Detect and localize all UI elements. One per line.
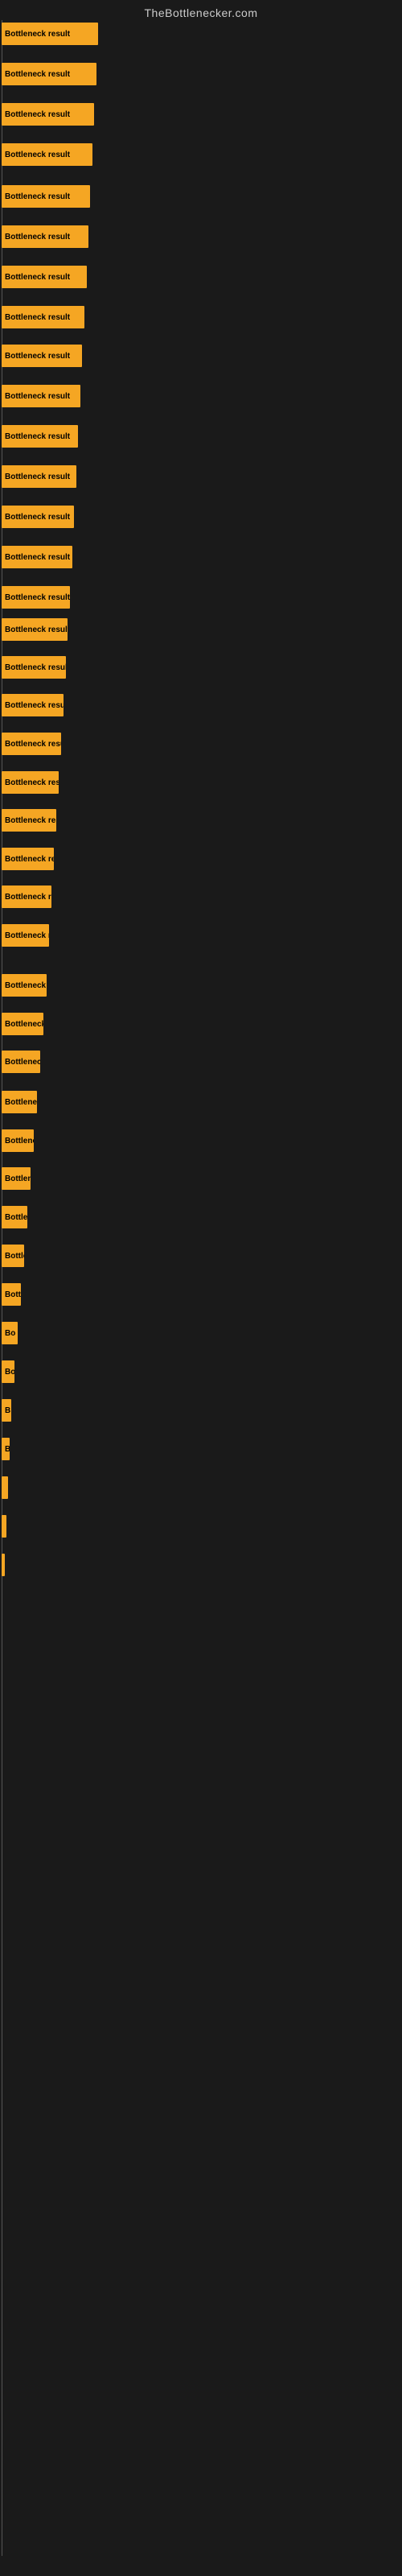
bar-label: Bottleneck result — [5, 816, 56, 825]
bar-label: Bottleneck result — [5, 313, 70, 322]
bar-label: Bottleneck — [5, 1213, 27, 1222]
bar-label: Bottleneck result — [5, 233, 70, 242]
bar-item: Bottleneck result — [2, 345, 82, 367]
bar-label: Bo — [5, 1329, 15, 1338]
bar-item: B — [2, 1399, 11, 1422]
bar-item: Bottleneck result — [2, 63, 96, 85]
bar-label: Bottleneck result — [5, 701, 64, 710]
bar-item: Bottleneck result — [2, 694, 64, 716]
bar-item: Bottleneck result — [2, 225, 88, 248]
bar-item: Bottleneck result — [2, 465, 76, 488]
bar-label: Bottleneck result — [5, 110, 70, 119]
bar-item: Bottleneck result — [2, 1129, 34, 1152]
bar-item: Bottleneck result — [2, 385, 80, 407]
bar-item — [2, 1554, 5, 1576]
bar-label: Bottleneck result — [5, 778, 59, 787]
bar-item: Bottleneck result — [2, 23, 98, 45]
bar-label: Bottleneck result — [5, 70, 70, 79]
bar-item: Bottleneck result — [2, 924, 49, 947]
bar-label: Bottleneck result — [5, 663, 66, 672]
bar-label: Bottleneck result — [5, 1098, 37, 1107]
bar-item: Bottleneck result — [2, 425, 78, 448]
bar-item: Bottleneck result — [2, 974, 47, 997]
bar-item: Bottleneck result — [2, 586, 70, 609]
bar-label: Bottleneck result — [5, 893, 51, 902]
bar-item: Bottleneck result — [2, 306, 84, 328]
bar-item: Bottleneck result — [2, 266, 87, 288]
bar-item: Bo — [2, 1322, 18, 1344]
bar-item: Bottleneck result — [2, 733, 61, 755]
bar-label: Bottleneck result — [5, 151, 70, 159]
bar-item: Bottleneck result — [2, 656, 66, 679]
bar-item: Bottleneck result — [2, 1091, 37, 1113]
bar-label: Bottleneck result — [5, 513, 70, 522]
bar-label: Bottleneck — [5, 1252, 24, 1261]
bar-label: Bottleneck result — [5, 30, 70, 39]
bar-label: Bottleneck — [5, 1290, 21, 1299]
bar-item: Bottleneck result — [2, 103, 94, 126]
bar-item — [2, 1476, 8, 1499]
bar-label: Bottleneck result — [5, 473, 70, 481]
bar-label: Bottleneck result — [5, 432, 70, 441]
bar-item: Bottleneck result — [2, 1051, 40, 1073]
bar-label: Bottleneck result — [5, 392, 70, 401]
bar-item: Bottleneck — [2, 1245, 24, 1267]
bar-item — [2, 1515, 6, 1538]
bar-label: B — [5, 1406, 10, 1415]
bar-label: Bo — [5, 1368, 14, 1377]
bar-label: Bottleneck result — [5, 1058, 40, 1067]
bar-item: B — [2, 1438, 10, 1460]
bar-item: Bottleneck result — [2, 618, 68, 641]
bar-item: Bottleneck result — [2, 886, 51, 908]
bar-label: Bottleneck result — [5, 625, 68, 634]
bar-item: Bottleneck — [2, 1206, 27, 1228]
bar-item: Bottleneck result — [2, 771, 59, 794]
bar-label: Bottleneck result — [5, 855, 54, 864]
bar-label: B — [5, 1445, 10, 1454]
bar-item: Bottleneck result — [2, 809, 56, 832]
bar-item: Bottleneck r — [2, 1167, 31, 1190]
bar-label: Bottleneck result — [5, 593, 70, 602]
bar-item: Bottleneck — [2, 1283, 21, 1306]
bar-label: Bottleneck result — [5, 981, 47, 990]
bar-item: Bottleneck result — [2, 1013, 43, 1035]
bar-label: Bottleneck result — [5, 1137, 34, 1146]
bar-item: Bottleneck result — [2, 506, 74, 528]
bar-item: Bottleneck result — [2, 143, 92, 166]
bar-label: Bottleneck result — [5, 1020, 43, 1029]
bar-item: Bottleneck result — [2, 185, 90, 208]
site-title: TheBottlenecker.com — [0, 0, 402, 23]
bar-label: Bottleneck result — [5, 273, 70, 282]
bar-item: Bo — [2, 1360, 14, 1383]
bar-item: Bottleneck result — [2, 848, 54, 870]
bar-label: Bottleneck r — [5, 1174, 31, 1183]
bar-label: Bottleneck result — [5, 352, 70, 361]
bar-label: Bottleneck result — [5, 740, 61, 749]
bar-label: Bottleneck result — [5, 192, 70, 201]
chart-container: TheBottlenecker.com Bottleneck result Bot… — [0, 0, 402, 2576]
bar-item: Bottleneck result — [2, 546, 72, 568]
bar-label: Bottleneck result — [5, 553, 70, 562]
bar-label: Bottleneck result — [5, 931, 49, 940]
